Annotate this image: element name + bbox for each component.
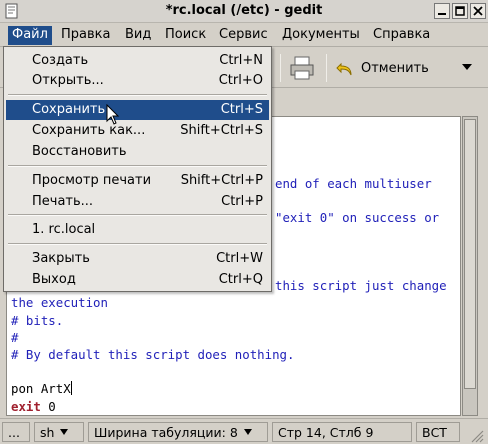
- editor-line: # bits.: [11, 313, 64, 328]
- menu-item-shortcut: Ctrl+N: [219, 53, 263, 68]
- menu-view[interactable]: Вид: [121, 26, 155, 45]
- menu-item-label: 1. rc.local: [32, 222, 96, 237]
- toolbar-separator: [326, 54, 327, 82]
- menu-item-shortcut: Ctrl+P: [221, 194, 263, 209]
- menu-item-label: Сохранить: [32, 102, 106, 117]
- menu-item-label: Сохранить как...: [32, 123, 146, 138]
- menu-item-recent-file[interactable]: 1. rc.local: [6, 220, 269, 240]
- menu-item-shortcut: Ctrl+W: [216, 251, 263, 266]
- menu-item-label: Создать: [32, 53, 89, 68]
- mouse-pointer-icon: [106, 104, 120, 125]
- menu-item-close[interactable]: Закрыть Ctrl+W: [6, 249, 269, 269]
- menu-help[interactable]: Справка: [369, 26, 434, 45]
- close-button[interactable]: [470, 3, 486, 19]
- insert-mode: ВСТ: [416, 422, 460, 442]
- window-title: *rc.local (/etc) - gedit: [165, 3, 323, 18]
- toolbar-separator: [280, 54, 281, 82]
- toolbar-overflow-arrow-icon[interactable]: [460, 60, 474, 74]
- editor-line: #: [11, 330, 19, 345]
- undo-label: Отменить: [361, 60, 429, 76]
- tab-width-selector[interactable]: Ширина табуляции: 8: [88, 422, 268, 442]
- undo-icon: [336, 62, 352, 76]
- menu-item-label: Открыть...: [32, 73, 104, 88]
- maximize-button[interactable]: [452, 3, 468, 19]
- vertical-scrollbar[interactable]: [462, 116, 478, 416]
- title-bar[interactable]: *rc.local (/etc) - gedit: [0, 0, 488, 23]
- keyword-exit: exit: [11, 399, 41, 414]
- file-menu-dropdown: Создать Ctrl+N Открыть... Ctrl+O Сохрани…: [3, 46, 272, 292]
- editor-line: # By default this script does nothing.: [11, 347, 295, 362]
- menu-item-revert[interactable]: Восстановить: [6, 142, 269, 162]
- menu-item-label: Закрыть: [32, 251, 90, 266]
- menu-tools[interactable]: Сервис: [215, 26, 272, 45]
- menu-item-shortcut: Ctrl+Q: [218, 272, 263, 287]
- menu-item-shortcut: Ctrl+O: [218, 73, 263, 88]
- menu-item-shortcut: Shift+Ctrl+S: [180, 123, 263, 138]
- editor-line: the execution: [11, 295, 108, 310]
- resize-grip-icon[interactable]: [468, 427, 484, 443]
- menu-documents[interactable]: Документы: [278, 26, 364, 45]
- menu-search[interactable]: Поиск: [161, 26, 210, 45]
- editor-line-text: pon ArtX: [11, 381, 71, 396]
- undo-button[interactable]: Отменить: [335, 55, 429, 81]
- menu-separator: [8, 243, 267, 245]
- editor-line: exit 0: [11, 399, 56, 414]
- menu-item-label: Просмотр печати: [32, 173, 152, 188]
- scrollbar-thumb[interactable]: [464, 119, 476, 389]
- status-ellipsis: ...: [2, 422, 30, 442]
- minimize-button[interactable]: [434, 3, 450, 19]
- menu-item-print-preview[interactable]: Просмотр печати Shift+Ctrl+P: [6, 171, 269, 191]
- menu-item-open[interactable]: Открыть... Ctrl+O: [6, 71, 269, 91]
- editor-line: end of each multiuser: [275, 176, 432, 191]
- close-icon: [473, 6, 483, 16]
- cursor-position: Стр 14, Стлб 9: [272, 422, 412, 442]
- menu-separator: [8, 214, 267, 216]
- maximize-icon: [455, 6, 465, 16]
- menu-item-quit[interactable]: Выход Ctrl+Q: [6, 270, 269, 290]
- menu-separator: [8, 165, 267, 167]
- menubar: Файл Правка Вид Поиск Сервис Документы С…: [0, 23, 488, 47]
- menu-file[interactable]: Файл: [8, 26, 52, 45]
- editor-line-current: pon ArtX: [11, 381, 72, 396]
- editor-line: "exit 0" on success or: [275, 210, 440, 225]
- menu-item-print[interactable]: Печать... Ctrl+P: [6, 192, 269, 212]
- menu-item-new[interactable]: Создать Ctrl+N: [6, 51, 269, 71]
- menu-item-label: Выход: [32, 272, 76, 287]
- chevron-down-icon: [60, 429, 69, 435]
- menu-separator: [8, 94, 267, 96]
- minimize-icon: [438, 13, 446, 15]
- language-selector[interactable]: sh: [34, 422, 84, 442]
- editor-line: this script just change: [275, 278, 447, 293]
- tab-width-label: Ширина табуляции: 8: [94, 424, 238, 440]
- menu-item-shortcut: Shift+Ctrl+P: [180, 173, 263, 188]
- chevron-down-icon: [243, 429, 252, 435]
- language-label: sh: [40, 424, 55, 440]
- menu-item-label: Восстановить: [32, 144, 127, 159]
- menu-item-label: Печать...: [32, 194, 94, 209]
- menu-item-shortcut: Ctrl+S: [220, 102, 263, 117]
- text-cursor: [70, 381, 72, 395]
- status-bar: ... sh Ширина табуляции: 8 Стр 14, Стлб …: [0, 418, 488, 444]
- menu-edit[interactable]: Правка: [57, 26, 114, 45]
- menu-item-save[interactable]: Сохранить Ctrl+S: [6, 100, 269, 120]
- print-icon[interactable]: [288, 55, 316, 81]
- menu-item-save-as[interactable]: Сохранить как... Shift+Ctrl+S: [6, 121, 269, 141]
- exit-code: 0: [40, 399, 56, 414]
